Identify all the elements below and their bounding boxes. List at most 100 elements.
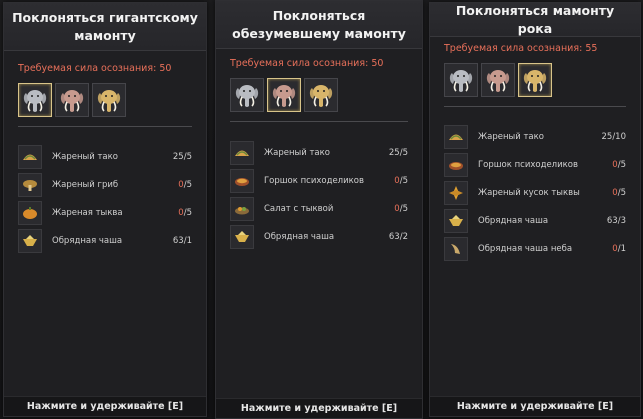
doom-mammoth-icon[interactable] bbox=[304, 78, 338, 112]
ingredient-need: /1 bbox=[617, 244, 626, 254]
ingredient-row: Горшок психоделиков 0/5 bbox=[444, 151, 626, 179]
psychedelic-pot-icon bbox=[230, 169, 254, 193]
ingredient-count: 0/5 bbox=[178, 208, 192, 218]
ingredient-name: Горшок психоделиков bbox=[264, 176, 364, 186]
ritual-bowl-icon bbox=[444, 209, 468, 233]
ingredient-name: Обрядная чаша bbox=[264, 232, 335, 242]
ingredient-name: Обрядная чаша неба bbox=[478, 244, 573, 254]
ingredient-count: 25/10 bbox=[601, 132, 626, 142]
ingredient-name: Жареный гриб bbox=[52, 180, 119, 190]
ingredient-count: 0/5 bbox=[612, 188, 626, 198]
ingredient-count: 63/2 bbox=[389, 232, 408, 242]
ingredient-have: 25 bbox=[601, 132, 613, 142]
ingredient-have: 25 bbox=[172, 152, 184, 162]
ingredient-need: /3 bbox=[617, 216, 626, 226]
ingredient-need: /5 bbox=[399, 148, 408, 158]
required-power-value: 50 bbox=[371, 58, 384, 69]
ingredient-row: Обрядная чаша 63/3 bbox=[444, 207, 626, 235]
ingredient-row: Обрядная чаша неба 0/1 bbox=[444, 235, 626, 263]
panel-title: Поклоняться гигантскому мамонту bbox=[4, 3, 206, 51]
mammoth-selector bbox=[444, 63, 552, 97]
ingredient-name: Жареная тыква bbox=[52, 208, 123, 218]
ingredient-have: 63 bbox=[172, 236, 184, 246]
ingredient-list: Жареный тако 25/5 Горшок психоделиков 0/5 Са… bbox=[230, 139, 408, 251]
ingredient-row: Жареный тако 25/10 bbox=[444, 123, 626, 151]
pumpkin-salad-icon bbox=[230, 197, 254, 221]
giant-mammoth-icon[interactable] bbox=[230, 78, 264, 112]
ingredient-need: /5 bbox=[399, 176, 408, 186]
hold-e-prompt[interactable]: Нажмите и удерживайте [E] bbox=[430, 396, 640, 416]
pumpkin-slice-icon bbox=[444, 181, 468, 205]
ingredient-name: Жареный тако bbox=[478, 132, 544, 142]
crazed-mammoth-icon[interactable] bbox=[55, 83, 89, 117]
mammoth-selector bbox=[230, 78, 338, 112]
ingredient-row: Жареный тако 25/5 bbox=[18, 143, 192, 171]
crazed-mammoth-icon[interactable] bbox=[267, 78, 301, 112]
ingredient-name: Жареный тако bbox=[264, 148, 330, 158]
required-power: Требуемая сила осознания: 55 bbox=[444, 43, 597, 54]
doom-mammoth-icon[interactable] bbox=[518, 63, 552, 97]
ingredient-list: Жареный тако 25/5 Жареный гриб 0/5 Жареная т… bbox=[18, 143, 192, 255]
ingredient-need: /5 bbox=[399, 204, 408, 214]
required-power: Требуемая сила осознания: 50 bbox=[230, 58, 383, 69]
ingredient-row: Жареная тыква 0/5 bbox=[18, 199, 192, 227]
ingredient-list: Жареный тако 25/10 Горшок психоделиков 0/5 Ж… bbox=[444, 123, 626, 263]
ingredient-row: Салат с тыквой 0/5 bbox=[230, 195, 408, 223]
ingredient-count: 25/5 bbox=[173, 152, 192, 162]
required-power-label: Требуемая сила осознания: bbox=[18, 63, 157, 74]
divider bbox=[444, 106, 626, 107]
ingredient-count: 0/5 bbox=[178, 180, 192, 190]
ingredient-count: 0/5 bbox=[394, 176, 408, 186]
ingredient-count: 63/3 bbox=[607, 216, 626, 226]
ingredient-have: 63 bbox=[388, 232, 400, 242]
psychedelic-pot-icon bbox=[444, 153, 468, 177]
ingredient-name: Обрядная чаша bbox=[52, 236, 123, 246]
ingredient-row: Обрядная чаша 63/2 bbox=[230, 223, 408, 251]
ingredient-name: Обрядная чаша bbox=[478, 216, 549, 226]
giant-mammoth-icon[interactable] bbox=[444, 63, 478, 97]
ingredient-count: 0/5 bbox=[394, 204, 408, 214]
ingredient-count: 0/5 bbox=[612, 160, 626, 170]
hold-e-prompt[interactable]: Нажмите и удерживайте [E] bbox=[216, 398, 422, 418]
ingredient-name: Горшок психоделиков bbox=[478, 160, 578, 170]
sky-bowl-icon bbox=[444, 237, 468, 261]
ingredient-need: /5 bbox=[183, 208, 192, 218]
ritual-bowl-icon bbox=[230, 225, 254, 249]
taco-icon bbox=[18, 145, 42, 169]
divider bbox=[230, 121, 408, 122]
mammoth-selector bbox=[18, 83, 126, 117]
divider bbox=[18, 126, 192, 127]
worship-panel-crazed-mammoth: Поклоняться обезумевшему мамонту Требуем… bbox=[215, 0, 423, 419]
ingredient-row: Жареный тако 25/5 bbox=[230, 139, 408, 167]
ingredient-need: /5 bbox=[617, 188, 626, 198]
hold-e-prompt[interactable]: Нажмите и удерживайте [E] bbox=[4, 396, 206, 416]
giant-mammoth-icon[interactable] bbox=[18, 83, 52, 117]
doom-mammoth-icon[interactable] bbox=[92, 83, 126, 117]
taco-icon bbox=[444, 125, 468, 149]
ingredient-name: Жареный кусок тыквы bbox=[478, 188, 580, 198]
ingredient-need: /1 bbox=[183, 236, 192, 246]
ingredient-have: 63 bbox=[606, 216, 618, 226]
ritual-bowl-icon bbox=[18, 229, 42, 253]
ingredient-name: Жареный тако bbox=[52, 152, 118, 162]
panel-title: Поклоняться обезумевшему мамонту bbox=[216, 1, 422, 49]
pumpkin-icon bbox=[18, 201, 42, 225]
ingredient-have: 25 bbox=[388, 148, 400, 158]
ingredient-row: Жареный гриб 0/5 bbox=[18, 171, 192, 199]
ingredient-count: 25/5 bbox=[389, 148, 408, 158]
required-power-value: 55 bbox=[585, 43, 598, 54]
mushroom-icon bbox=[18, 173, 42, 197]
ingredient-row: Жареный кусок тыквы 0/5 bbox=[444, 179, 626, 207]
required-power-value: 50 bbox=[159, 63, 172, 74]
ingredient-need: /10 bbox=[612, 132, 626, 142]
required-power-label: Требуемая сила осознания: bbox=[230, 58, 369, 69]
ingredient-name: Салат с тыквой bbox=[264, 204, 334, 214]
crazed-mammoth-icon[interactable] bbox=[481, 63, 515, 97]
ingredient-need: /5 bbox=[617, 160, 626, 170]
taco-icon bbox=[230, 141, 254, 165]
worship-panel-giant-mammoth: Поклоняться гигантскому мамонту Требуема… bbox=[3, 2, 207, 417]
panel-title: Поклоняться мамонту рока bbox=[430, 3, 640, 37]
ingredient-need: /5 bbox=[183, 180, 192, 190]
worship-panel-doom-mammoth: Поклоняться мамонту рока Требуемая сила … bbox=[429, 2, 641, 417]
ingredient-need: /2 bbox=[399, 232, 408, 242]
